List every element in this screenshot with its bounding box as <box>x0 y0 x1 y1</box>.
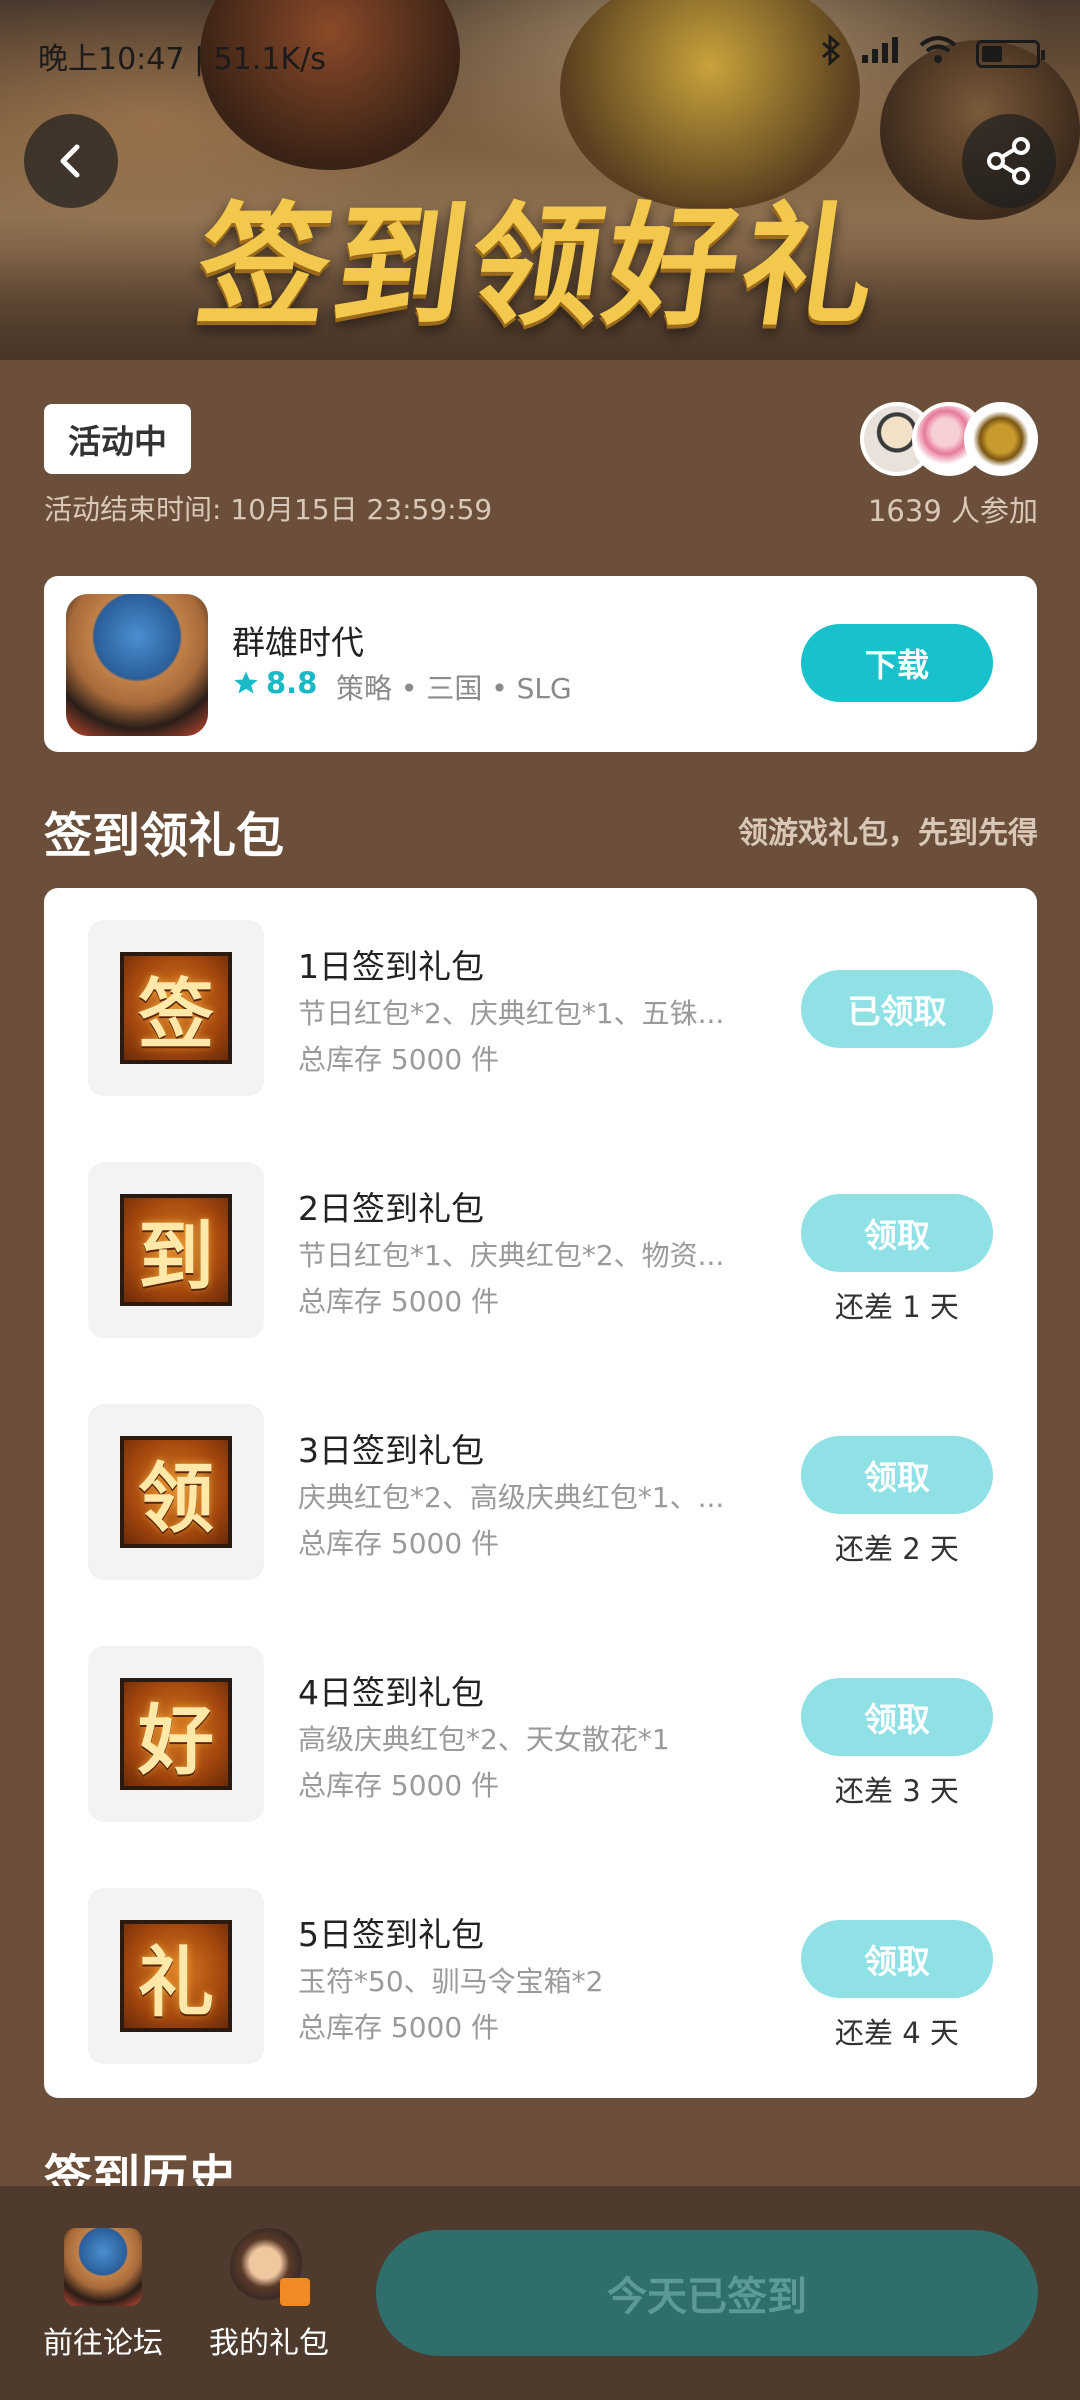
gift-icon-container: 到 <box>88 1162 264 1338</box>
gift-icon: 礼 <box>120 1920 232 2032</box>
forum-icon <box>64 2228 142 2306</box>
checked-in-button[interactable]: 今天已签到 <box>376 2230 1038 2356</box>
gift-icon-container: 签 <box>88 920 264 1096</box>
gift-description: 高级庆典红包*2、天女散花*1 <box>298 1723 670 1756</box>
gift-icon-container: 领 <box>88 1404 264 1580</box>
gift-description: 节日红包*2、庆典红包*1、五铢... <box>298 997 725 1030</box>
gift-description: 玉符*50、驯马令宝箱*2 <box>298 1965 604 1998</box>
list-item: 领 3日签到礼包 庆典红包*2、高级庆典红包*1、... 总库存 5000 件 … <box>44 1372 1037 1614</box>
share-icon <box>987 137 1030 185</box>
bluetooth-icon <box>820 33 842 74</box>
gift-list: 签 1日签到礼包 节日红包*2、庆典红包*1、五铢... 总库存 5000 件 … <box>44 888 1037 2098</box>
days-remaining: 还差 2 天 <box>835 1532 959 1566</box>
star-icon <box>234 671 258 694</box>
gift-stock: 总库存 5000 件 <box>298 1285 500 1318</box>
battery-icon <box>976 40 1045 68</box>
gift-stock: 总库存 5000 件 <box>298 2011 500 2044</box>
section-title: 签到领礼包 <box>44 808 285 864</box>
list-item: 签 1日签到礼包 节日红包*2、庆典红包*1、五铢... 总库存 5000 件 … <box>44 888 1037 1130</box>
gift-box-icon <box>230 2228 310 2306</box>
gift-name: 4日签到礼包 <box>298 1673 484 1712</box>
chevron-left-icon <box>60 144 80 178</box>
days-remaining: 还差 1 天 <box>835 1290 959 1324</box>
gift-icon-container: 好 <box>88 1646 264 1822</box>
gift-name: 3日签到礼包 <box>298 1431 484 1470</box>
days-remaining: 还差 4 天 <box>835 2016 959 2050</box>
gift-icon: 签 <box>120 952 232 1064</box>
game-rating: 8.8 <box>232 666 317 700</box>
gift-icon: 好 <box>120 1678 232 1790</box>
game-card[interactable]: 群雄时代 8.8 策略 • 三国 • SLG 下载 <box>44 576 1037 752</box>
claim-button[interactable]: 领取 <box>801 1678 993 1756</box>
gift-description: 庆典红包*2、高级庆典红包*1、... <box>298 1481 725 1514</box>
wifi-icon <box>918 35 958 73</box>
game-rating-value: 8.8 <box>266 666 318 700</box>
bottom-bar: 前往论坛 我的礼包 今天已签到 <box>0 2186 1080 2400</box>
gift-stock: 总库存 5000 件 <box>298 1527 500 1560</box>
days-remaining: 还差 3 天 <box>835 1774 959 1808</box>
share-button[interactable] <box>962 114 1056 208</box>
signal-icon <box>860 35 900 73</box>
claimed-button[interactable]: 已领取 <box>801 970 993 1048</box>
gift-name: 2日签到礼包 <box>298 1189 484 1228</box>
gift-stock: 总库存 5000 件 <box>298 1043 500 1076</box>
back-button[interactable] <box>24 114 118 208</box>
game-tags: 策略 • 三国 • SLG <box>336 672 572 705</box>
gift-name: 1日签到礼包 <box>298 947 484 986</box>
claim-button[interactable]: 领取 <box>801 1436 993 1514</box>
banner-title: 签到领好礼 <box>187 189 890 344</box>
status-time: 晚上10:47 <box>38 42 185 77</box>
my-gifts-nav[interactable]: 我的礼包 <box>194 2228 344 2362</box>
gift-stock: 总库存 5000 件 <box>298 1769 500 1802</box>
game-name: 群雄时代 <box>232 623 364 662</box>
avatar <box>964 402 1038 476</box>
game-icon[interactable] <box>66 594 208 736</box>
activity-end-time: 活动结束时间: 10月15日 23:59:59 <box>44 493 493 526</box>
participant-avatars[interactable] <box>860 402 1038 476</box>
status-speed: 51.1K/s <box>213 42 326 77</box>
list-item: 好 4日签到礼包 高级庆典红包*2、天女散花*1 总库存 5000 件 领取 还… <box>44 1614 1037 1856</box>
download-button[interactable]: 下载 <box>801 624 993 702</box>
gift-icon: 到 <box>120 1194 232 1306</box>
claim-button[interactable]: 领取 <box>801 1920 993 1998</box>
status-bar: 晚上10:47 | 51.1K/s <box>0 30 1080 80</box>
activity-status-badge: 活动中 <box>44 404 191 474</box>
gift-name: 5日签到礼包 <box>298 1915 484 1954</box>
gift-description: 节日红包*1、庆典红包*2、物资... <box>298 1239 725 1272</box>
forum-nav[interactable]: 前往论坛 <box>28 2228 178 2362</box>
gift-icon: 领 <box>120 1436 232 1548</box>
participant-count: 1639 人参加 <box>867 494 1038 528</box>
section-subtitle: 领游戏礼包，先到先得 <box>738 816 1038 851</box>
my-gifts-label: 我的礼包 <box>209 2326 329 2361</box>
forum-label: 前往论坛 <box>43 2326 163 2361</box>
gift-icon-container: 礼 <box>88 1888 264 2064</box>
list-item: 到 2日签到礼包 节日红包*1、庆典红包*2、物资... 总库存 5000 件 … <box>44 1130 1037 1372</box>
claim-button[interactable]: 领取 <box>801 1194 993 1272</box>
list-item: 礼 5日签到礼包 玉符*50、驯马令宝箱*2 总库存 5000 件 领取 还差 … <box>44 1856 1037 2098</box>
